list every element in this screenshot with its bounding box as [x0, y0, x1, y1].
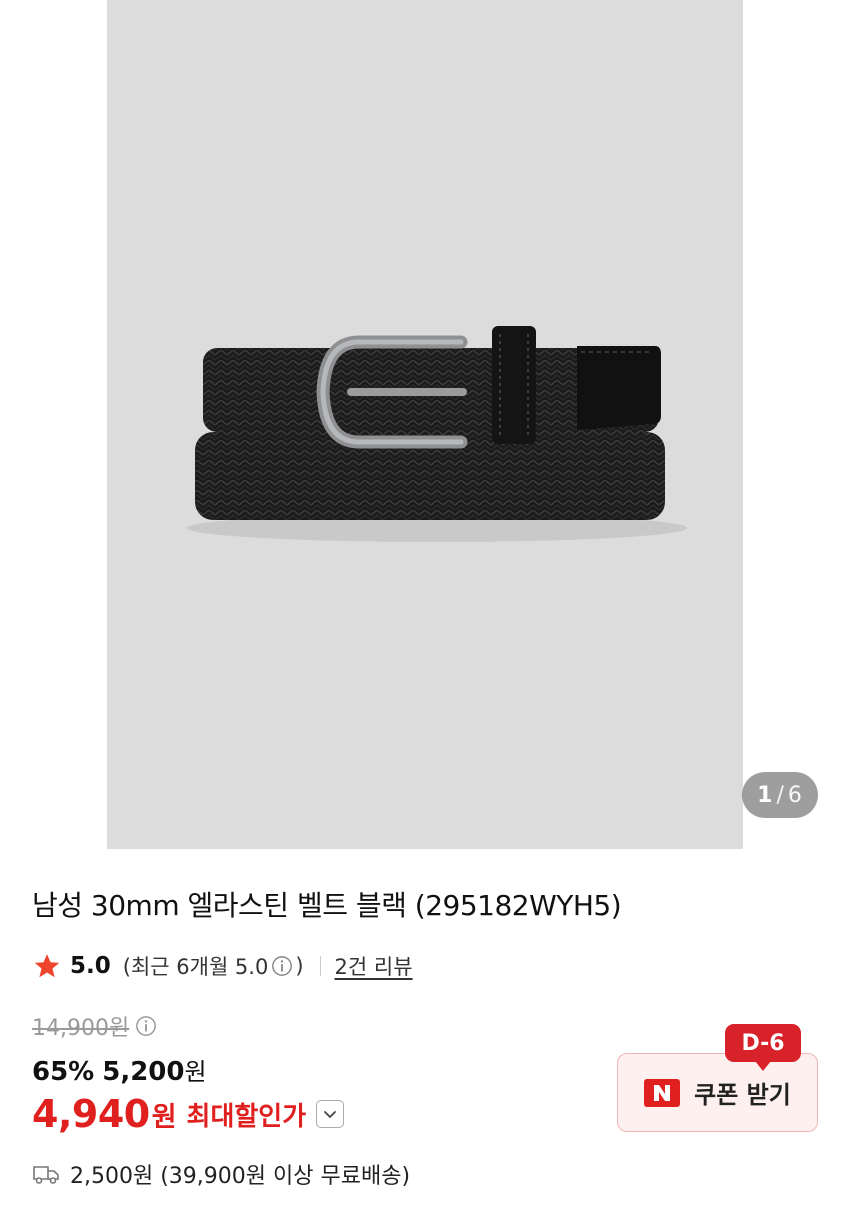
- max-discount-row[interactable]: 4,940 원 최대할인가: [32, 1092, 345, 1136]
- naver-logo-icon: [644, 1078, 681, 1107]
- rating-score: 5.0: [70, 953, 111, 979]
- original-price-row: 14,900원: [32, 1010, 157, 1042]
- image-counter-separator: /: [776, 782, 785, 808]
- product-photo[interactable]: [107, 0, 743, 849]
- sale-price-unit: 원: [184, 1058, 207, 1086]
- shipping-text: 2,500원 (39,900원 이상 무료배송): [70, 1164, 411, 1189]
- belt-image: [187, 326, 687, 542]
- product-title: 남성 30mm 엘라스틴 벨트 블랙 (295182WYH5): [32, 889, 622, 922]
- divider: [319, 956, 321, 976]
- info-icon[interactable]: [135, 1015, 157, 1037]
- rating-row: 5.0 (최근 6개월 5.0 ) 2건 리뷰: [32, 948, 413, 984]
- coupon-button[interactable]: 쿠폰 받기: [617, 1053, 818, 1132]
- coupon-label: 쿠폰 받기: [694, 1081, 791, 1109]
- reviews-link[interactable]: 2건 리뷰: [335, 951, 413, 981]
- max-discount-unit: 원: [151, 1101, 177, 1133]
- recent-rating-text: (최근 6개월 5.0: [122, 955, 269, 979]
- sale-price-row: 65% 5,200 원: [32, 1052, 207, 1087]
- sale-price: 5,200: [102, 1057, 185, 1087]
- truck-icon: [33, 1166, 59, 1184]
- original-price: 14,900원: [32, 1016, 130, 1041]
- max-discount-toggle[interactable]: [316, 1100, 345, 1128]
- image-counter-current: 1: [757, 782, 774, 808]
- coupon-dday-badge: D-6: [725, 1024, 801, 1071]
- max-discount-price: 4,940: [32, 1092, 150, 1136]
- shipping-row: 2,500원 (39,900원 이상 무료배송): [32, 1158, 410, 1190]
- star-icon: [34, 954, 60, 978]
- chevron-down-icon: [324, 1111, 337, 1118]
- discount-percent: 65%: [32, 1057, 95, 1087]
- recent-rating: (최근 6개월 5.0 ): [123, 951, 304, 981]
- image-counter-total: 6: [787, 782, 803, 808]
- max-discount-label: 최대할인가: [186, 1101, 307, 1132]
- recent-rating-close: ): [295, 954, 304, 978]
- info-icon[interactable]: [271, 955, 293, 977]
- image-counter: 1 / 6: [742, 772, 818, 818]
- product-image-gallery[interactable]: 1 / 6: [0, 0, 850, 850]
